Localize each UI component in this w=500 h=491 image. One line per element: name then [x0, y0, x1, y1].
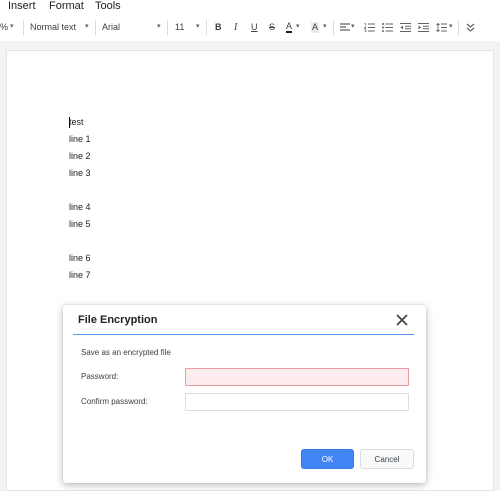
- password-label: Password:: [81, 372, 119, 381]
- align-left-icon[interactable]: [340, 19, 350, 35]
- style-select[interactable]: Normal text: [30, 22, 76, 33]
- toolbar-divider: [95, 20, 96, 35]
- menu-tools[interactable]: Tools: [95, 0, 121, 12]
- doc-line[interactable]: line 3: [69, 168, 91, 179]
- toolbar-divider: [458, 20, 459, 35]
- toolbar-divider: [23, 20, 24, 35]
- font-select[interactable]: Arial: [102, 22, 120, 33]
- numbered-list-icon[interactable]: [364, 19, 375, 35]
- password-field[interactable]: [185, 368, 409, 386]
- strikethrough-button[interactable]: S: [269, 22, 275, 33]
- highlight-dropdown-icon[interactable]: ▾: [323, 22, 327, 30]
- doc-line[interactable]: test: [69, 117, 84, 128]
- canvas-background: [0, 41, 500, 50]
- style-dropdown-icon[interactable]: ▾: [85, 22, 89, 30]
- file-encryption-dialog: File Encryption Save as an encrypted fil…: [63, 305, 426, 483]
- toolbar-divider: [167, 20, 168, 35]
- cancel-button[interactable]: Cancel: [360, 449, 414, 469]
- doc-line[interactable]: line 4: [69, 202, 91, 213]
- font-dropdown-icon[interactable]: ▾: [157, 22, 161, 30]
- font-size-select[interactable]: 11: [175, 22, 184, 33]
- doc-line[interactable]: line 7: [69, 270, 91, 281]
- text-color-dropdown-icon[interactable]: ▾: [296, 22, 300, 30]
- text-color-button[interactable]: A: [286, 22, 293, 33]
- menu-bar: Insert Format Tools: [0, 0, 500, 14]
- doc-line[interactable]: line 2: [69, 151, 91, 162]
- bulleted-list-icon[interactable]: [382, 19, 393, 35]
- toolbar-divider: [206, 20, 207, 35]
- italic-button[interactable]: I: [234, 22, 237, 33]
- doc-line[interactable]: line 5: [69, 219, 91, 230]
- confirm-password-label: Confirm password:: [81, 397, 148, 406]
- increase-indent-icon[interactable]: [418, 19, 429, 35]
- line-spacing-dropdown-icon[interactable]: ▾: [449, 22, 453, 30]
- toolbar-divider: [333, 20, 334, 35]
- font-size-dropdown-icon[interactable]: ▾: [196, 22, 200, 30]
- double-chevron-down-icon[interactable]: [466, 19, 475, 35]
- menu-format[interactable]: Format: [49, 0, 84, 12]
- dialog-subtitle: Save as an encrypted file: [81, 348, 171, 357]
- align-dropdown-icon[interactable]: ▾: [351, 22, 355, 30]
- underline-button[interactable]: U: [251, 22, 258, 33]
- confirm-password-field[interactable]: [185, 393, 409, 411]
- close-icon[interactable]: [395, 313, 409, 327]
- doc-line[interactable]: line 6: [69, 253, 91, 264]
- line-spacing-icon[interactable]: [436, 19, 447, 35]
- decrease-indent-icon[interactable]: [400, 19, 411, 35]
- doc-line[interactable]: line 1: [69, 134, 91, 145]
- dialog-title-divider: [73, 334, 414, 335]
- ok-button[interactable]: OK: [301, 449, 354, 469]
- highlight-color-button[interactable]: A: [311, 22, 320, 33]
- dialog-title: File Encryption: [78, 314, 158, 326]
- menu-insert[interactable]: Insert: [8, 0, 36, 12]
- toolbar: % ▾ Normal text ▾ Arial ▾ 11 ▾ B I U S A…: [0, 14, 500, 41]
- zoom-dropdown-icon[interactable]: ▾: [10, 22, 14, 30]
- bold-button[interactable]: B: [215, 22, 222, 33]
- zoom-select[interactable]: %: [0, 22, 8, 33]
